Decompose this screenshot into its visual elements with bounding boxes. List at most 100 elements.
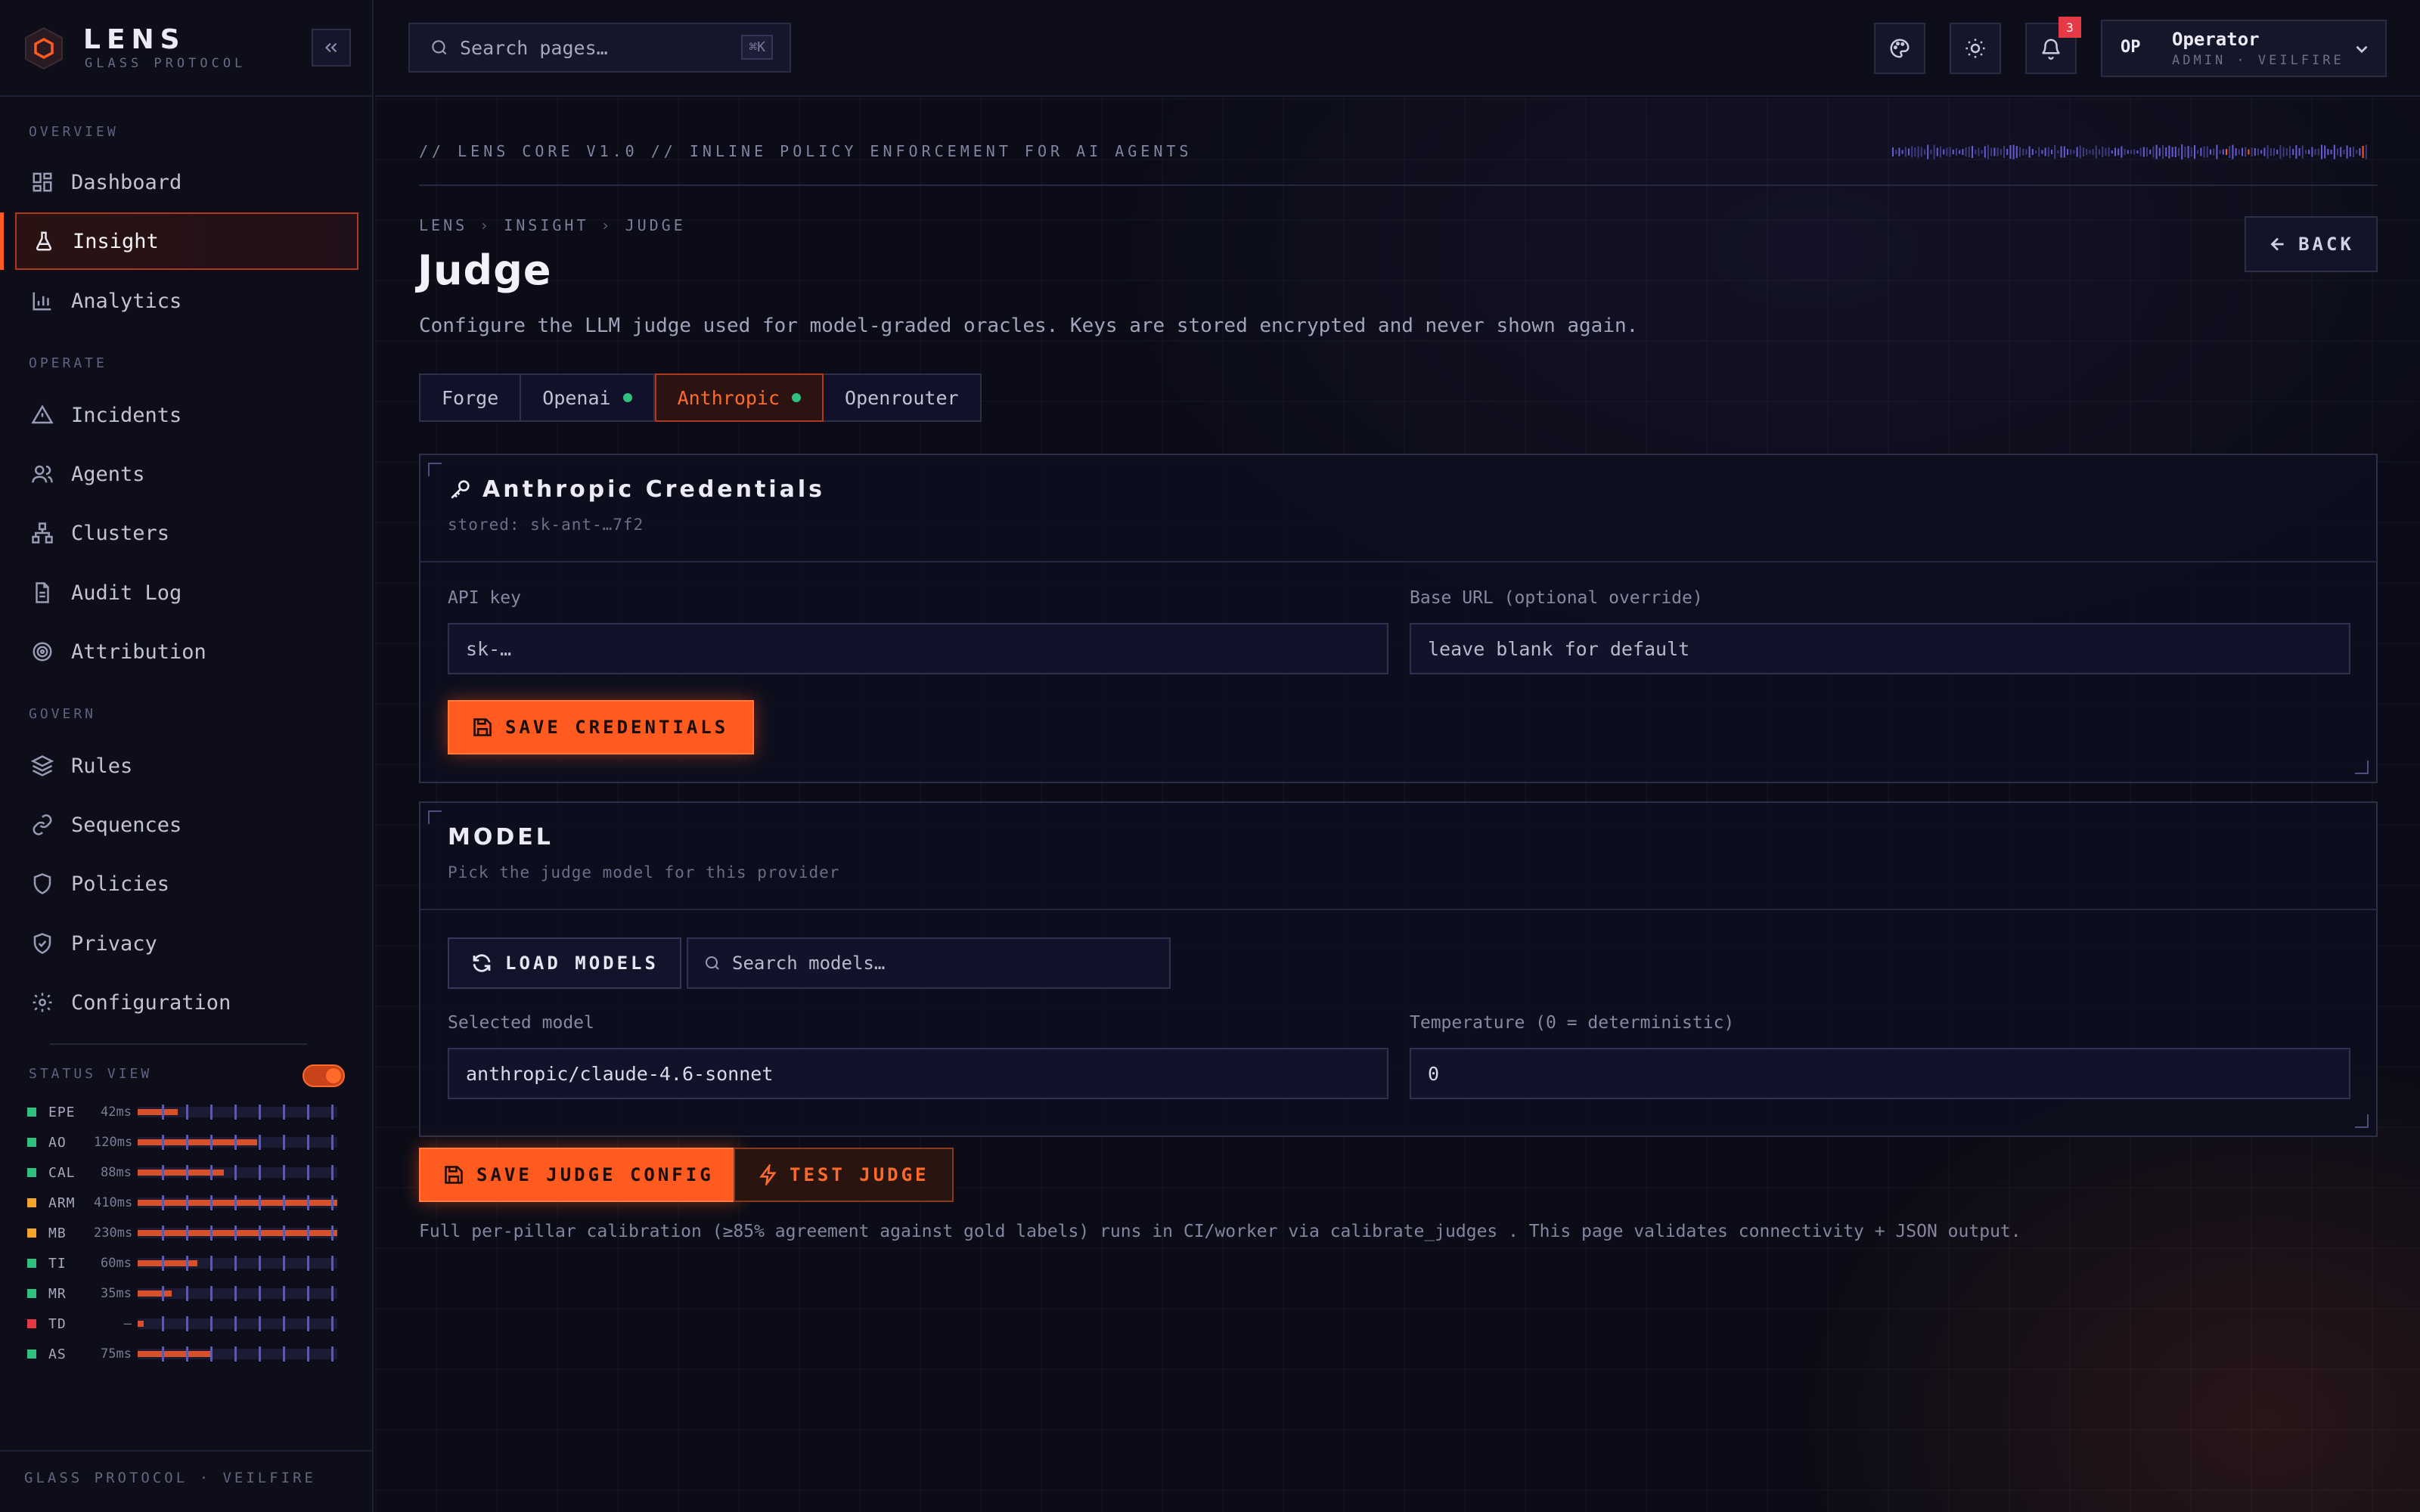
sidebar-item-incidents[interactable]: Incidents	[15, 386, 358, 444]
latency-bar	[138, 1346, 337, 1362]
search-icon	[432, 40, 447, 55]
latency-bar-tick	[210, 1165, 213, 1180]
collapse-sidebar-button[interactable]	[312, 29, 351, 67]
sidebar-item-privacy[interactable]: Privacy	[15, 915, 358, 972]
equalizer-bar	[2057, 150, 2059, 153]
latency-bar-tick	[186, 1346, 188, 1362]
equalizer-bar	[2067, 149, 2068, 155]
latency-bar-tick	[259, 1195, 261, 1210]
tab-openrouter[interactable]: Openrouter	[824, 375, 980, 420]
notifications-button[interactable]: 3	[2025, 17, 2081, 74]
breadcrumb-item[interactable]: INSIGHT	[504, 216, 588, 234]
sidebar-item-rules[interactable]: Rules	[15, 737, 358, 795]
api-key-field[interactable]: sk-…	[448, 623, 1388, 674]
status-code: AS	[48, 1346, 67, 1362]
equalizer-bar	[2270, 148, 2272, 156]
sidebar-item-configuration[interactable]: Configuration	[15, 974, 358, 1031]
model-search-input[interactable]: Search models…	[732, 953, 885, 974]
base-url-field[interactable]: leave blank for default	[1410, 623, 2350, 674]
test-judge-button[interactable]: TEST JUDGE	[734, 1148, 954, 1202]
api-key-label: API key	[448, 588, 521, 608]
theme-palette-button[interactable]	[1874, 23, 1925, 74]
equalizer-bar	[2025, 149, 2028, 155]
save-credentials-button[interactable]: SAVE CREDENTIALS	[448, 700, 755, 754]
save-judge-config-button[interactable]: SAVE JUDGE CONFIG	[419, 1148, 740, 1202]
breadcrumb-item[interactable]: LENS	[419, 216, 467, 234]
equalizer-bar	[1978, 147, 1980, 156]
latency-bar-tick	[186, 1165, 188, 1180]
latency-bar-tick	[210, 1346, 213, 1362]
selected-model-field[interactable]: anthropic/claude-4.6-sonnet	[448, 1048, 1388, 1099]
sidebar: LENS GLASS PROTOCOL OVERVIEW OPERATE GOV…	[0, 0, 374, 1512]
status-latency: 42ms	[101, 1105, 132, 1120]
card-title: Anthropic Credentials	[448, 476, 825, 503]
latency-bar-tick	[283, 1105, 285, 1120]
model-search[interactable]: Search models…	[687, 937, 1171, 989]
button-label: LOAD MODELS	[505, 953, 659, 974]
equalizer-bar	[1924, 149, 1925, 155]
equalizer-bar	[2203, 146, 2205, 158]
equalizer-bar	[1927, 144, 1929, 160]
equalizer-bar	[2086, 149, 2088, 155]
sidebar-item-policies[interactable]: Policies	[15, 855, 358, 912]
equalizer-bar	[2210, 149, 2211, 155]
equalizer-bar	[2282, 147, 2285, 157]
equalizer-bar	[2083, 147, 2084, 156]
sidebar-item-audit-log[interactable]: Audit Log	[15, 564, 358, 621]
equalizer-bar	[2171, 147, 2173, 157]
sidebar-item-clusters[interactable]: Clusters	[15, 504, 358, 562]
latency-bar-tick	[162, 1105, 164, 1120]
sidebar-item-analytics[interactable]: Analytics	[15, 272, 358, 330]
card-title-text: Anthropic Credentials	[482, 476, 826, 503]
equalizer-bar	[2095, 145, 2097, 159]
brand[interactable]: LENS GLASS PROTOCOL	[21, 23, 354, 76]
latency-bar-tick	[162, 1225, 164, 1241]
equalizer-bar	[2114, 147, 2116, 156]
status-row: TI 60ms	[27, 1252, 345, 1275]
temperature-field[interactable]: 0	[1410, 1048, 2350, 1099]
user-menu[interactable]: OP Operator ADMIN · VEILFIRE	[2101, 20, 2387, 77]
sidebar-item-insight[interactable]: Insight	[15, 212, 358, 270]
sidebar-item-attribution[interactable]: Attribution	[15, 623, 358, 680]
status-row: CAL 88ms	[27, 1161, 345, 1184]
status-row: EPE 42ms	[27, 1101, 345, 1123]
page-search[interactable]: Search pages… ⌘K	[408, 23, 791, 73]
back-button[interactable]: BACK	[2245, 216, 2378, 272]
equalizer-bar	[2273, 148, 2275, 156]
status-row: MR 35ms	[27, 1282, 345, 1305]
chevron-right-icon: ›	[600, 216, 613, 234]
equalizer-bar	[1981, 150, 1983, 154]
tab-forge[interactable]: Forge	[420, 375, 522, 420]
latency-bar-tick	[283, 1316, 285, 1331]
tab-anthropic[interactable]: Anthropic	[654, 373, 824, 422]
equalizer-bar	[2232, 144, 2234, 160]
latency-bar-tick	[210, 1195, 213, 1210]
sidebar-item-sequences[interactable]: Sequences	[15, 796, 358, 854]
equalizer-bar	[2124, 149, 2126, 155]
sidebar-item-dashboard[interactable]: Dashboard	[15, 153, 358, 211]
latency-bar-tick	[186, 1286, 188, 1301]
sidebar-item-label: Rules	[71, 754, 133, 778]
back-button-label: BACK	[2298, 234, 2354, 255]
latency-bar-tick	[283, 1135, 285, 1150]
topbar: Search pages… ⌘K 3 OP Operator ADMIN · V…	[375, 0, 2420, 97]
chevrons-left-icon	[324, 42, 337, 53]
equalizer-bar	[2213, 148, 2215, 156]
equalizer-bar	[1972, 146, 1973, 158]
tab-label: Anthropic	[677, 386, 780, 409]
equalizer-bar	[1911, 146, 1913, 158]
latency-bar-tick	[259, 1316, 261, 1331]
search-icon	[706, 956, 719, 970]
sidebar-item-agents[interactable]: Agents	[15, 445, 358, 503]
tab-openai[interactable]: Openai	[521, 375, 655, 420]
temperature-label: Temperature (0 = deterministic)	[1410, 1013, 1735, 1033]
theme-toggle-button[interactable]	[1950, 23, 2001, 74]
search-input[interactable]: Search pages…	[460, 37, 608, 59]
equalizer-bar	[2289, 146, 2291, 158]
avatar: OP	[2121, 38, 2141, 57]
load-models-button[interactable]: LOAD MODELS	[448, 937, 681, 989]
latency-bar-tick	[162, 1346, 164, 1362]
latency-bar-fill	[138, 1139, 257, 1145]
equalizer-bar	[2251, 147, 2253, 156]
status-view-toggle[interactable]	[302, 1064, 345, 1087]
